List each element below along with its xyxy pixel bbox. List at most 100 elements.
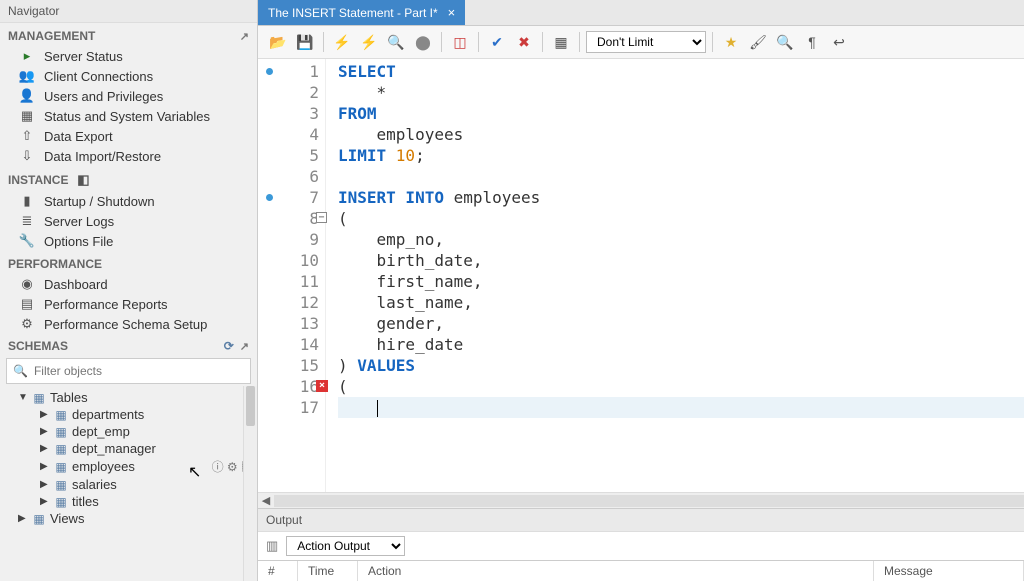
expand-icon[interactable]: ↗	[240, 30, 249, 43]
code-line[interactable]: FROM	[338, 103, 1024, 124]
code-line[interactable]: −(	[338, 208, 1024, 229]
gutter-line: 8	[258, 208, 325, 229]
nav-server-logs[interactable]: ≣Server Logs	[0, 211, 257, 231]
chevron-right-icon: ▶	[40, 461, 52, 472]
refresh-icon[interactable]: ⟳	[224, 339, 234, 353]
nav-perf-reports[interactable]: ▤Performance Reports	[0, 294, 257, 314]
tree-table-row[interactable]: ▶▦salaries	[0, 476, 257, 493]
tab-bar: The INSERT Statement - Part I* ×	[258, 0, 1024, 26]
code-line[interactable]: INSERT INTO employees	[338, 187, 1024, 208]
connections-icon: 👥	[18, 68, 36, 84]
main-area: The INSERT Statement - Part I* × 📂 💾 ⚡ ⚡…	[258, 0, 1024, 581]
nav-perf-schema[interactable]: ⚙Performance Schema Setup	[0, 314, 257, 334]
autocommit-button[interactable]: ▦	[549, 30, 573, 54]
code-line[interactable]	[338, 397, 1024, 418]
expand-icon[interactable]: ↗	[240, 340, 249, 353]
separator	[712, 32, 713, 52]
code-line[interactable]: SELECT	[338, 61, 1024, 82]
code-line[interactable]: ) VALUES	[338, 355, 1024, 376]
section-schemas: SCHEMAS ⟳ ↗	[0, 334, 257, 356]
nav-startup-shutdown[interactable]: ▮Startup / Shutdown	[0, 191, 257, 211]
tree-views[interactable]: ▶▦Views	[0, 510, 257, 527]
tree-table-row[interactable]: ▶▦titles	[0, 493, 257, 510]
chevron-right-icon: ▶	[40, 479, 52, 490]
instance-icon: ◧	[74, 172, 92, 188]
tree-scrollbar[interactable]	[243, 386, 257, 581]
open-file-button[interactable]: 📂	[266, 30, 290, 54]
nav-data-import[interactable]: ⇩Data Import/Restore	[0, 146, 257, 166]
code-line[interactable]: last_name,	[338, 292, 1024, 313]
schema-tree: ▼ ▦ Tables ▶▦departments ▶▦dept_emp ▶▦de…	[0, 386, 257, 581]
nav-data-export[interactable]: ⇧Data Export	[0, 126, 257, 146]
code-line[interactable]: birth_date,	[338, 250, 1024, 271]
execute-button[interactable]: ⚡	[330, 30, 354, 54]
search-icon: 🔍	[13, 364, 28, 378]
code-line[interactable]: ×(	[338, 376, 1024, 397]
tree-table-row[interactable]: ▶▦dept_manager	[0, 440, 257, 457]
limit-select[interactable]: Don't Limit	[586, 31, 706, 53]
gutter-line: 1	[258, 61, 325, 82]
nav-status-vars[interactable]: ▦Status and System Variables	[0, 106, 257, 126]
reports-icon: ▤	[18, 296, 36, 312]
output-header: Output	[258, 508, 1024, 531]
code-line[interactable]: gender,	[338, 313, 1024, 334]
navigator-header: Navigator	[0, 0, 257, 23]
nav-client-connections[interactable]: 👥Client Connections	[0, 66, 257, 86]
separator	[441, 32, 442, 52]
code-line[interactable]: first_name,	[338, 271, 1024, 292]
tree-table-row[interactable]: ▶▦dept_emp	[0, 423, 257, 440]
nav-options-file[interactable]: 🔧Options File	[0, 231, 257, 251]
brush-button[interactable]: 🖌	[746, 30, 770, 54]
separator	[579, 32, 580, 52]
commit-button[interactable]: ✔	[485, 30, 509, 54]
editor-hscroll[interactable]: ◀	[258, 492, 1024, 508]
find-button[interactable]: 🔍	[773, 30, 797, 54]
scrollbar-thumb[interactable]	[246, 386, 255, 426]
filter-objects[interactable]: 🔍	[6, 358, 251, 384]
snippets-button[interactable]: ¶	[800, 30, 824, 54]
code-line[interactable]: *	[338, 82, 1024, 103]
sql-editor[interactable]: 1234567891011121314151617 SELECT *FROM e…	[258, 59, 1024, 492]
tree-table-row[interactable]: ▶▦employeesⓘ ⚙ ▦	[0, 457, 257, 476]
nav-users-privileges[interactable]: 👤Users and Privileges	[0, 86, 257, 106]
close-icon[interactable]: ×	[448, 5, 456, 20]
chevron-right-icon: ▶	[40, 409, 52, 420]
power-icon: ▮	[18, 193, 36, 209]
statement-marker-icon	[266, 194, 273, 201]
chevron-down-icon: ▼	[18, 392, 30, 403]
code-line[interactable]	[338, 166, 1024, 187]
wrap-button[interactable]: ↩	[827, 30, 851, 54]
gutter-line: 6	[258, 166, 325, 187]
filter-input[interactable]	[32, 362, 244, 380]
separator	[542, 32, 543, 52]
nav-dashboard[interactable]: ◉Dashboard	[0, 274, 257, 294]
gutter-line: 13	[258, 313, 325, 334]
execute-current-button[interactable]: ⚡	[357, 30, 381, 54]
dashboard-icon: ◉	[18, 276, 36, 292]
hscroll-track[interactable]	[274, 495, 1024, 507]
play-icon: ▸	[18, 48, 36, 64]
output-bar: ▥ Action Output	[258, 531, 1024, 560]
output-type-select[interactable]: Action Output	[286, 536, 405, 556]
toggle-button[interactable]: ◫	[448, 30, 472, 54]
tree-table-row[interactable]: ▶▦departments	[0, 406, 257, 423]
stop-button[interactable]: ⬤	[411, 30, 435, 54]
explain-button[interactable]: 🔍	[384, 30, 408, 54]
code-area[interactable]: SELECT *FROM employeesLIMIT 10; INSERT IN…	[326, 59, 1024, 492]
scroll-left-icon[interactable]: ◀	[258, 494, 274, 507]
fold-icon[interactable]: −	[316, 212, 327, 223]
beautify-button[interactable]: ★	[719, 30, 743, 54]
line-gutter: 1234567891011121314151617	[258, 59, 326, 492]
code-line[interactable]: emp_no,	[338, 229, 1024, 250]
tree-tables[interactable]: ▼ ▦ Tables	[0, 389, 257, 406]
gutter-line: 15	[258, 355, 325, 376]
col-message: Message	[874, 561, 1024, 581]
sql-tab[interactable]: The INSERT Statement - Part I* ×	[258, 0, 465, 25]
wrench-icon: 🔧	[18, 233, 36, 249]
code-line[interactable]: LIMIT 10;	[338, 145, 1024, 166]
code-line[interactable]: employees	[338, 124, 1024, 145]
code-line[interactable]: hire_date	[338, 334, 1024, 355]
nav-server-status[interactable]: ▸Server Status	[0, 46, 257, 66]
save-button[interactable]: 💾	[293, 30, 317, 54]
rollback-button[interactable]: ✖	[512, 30, 536, 54]
